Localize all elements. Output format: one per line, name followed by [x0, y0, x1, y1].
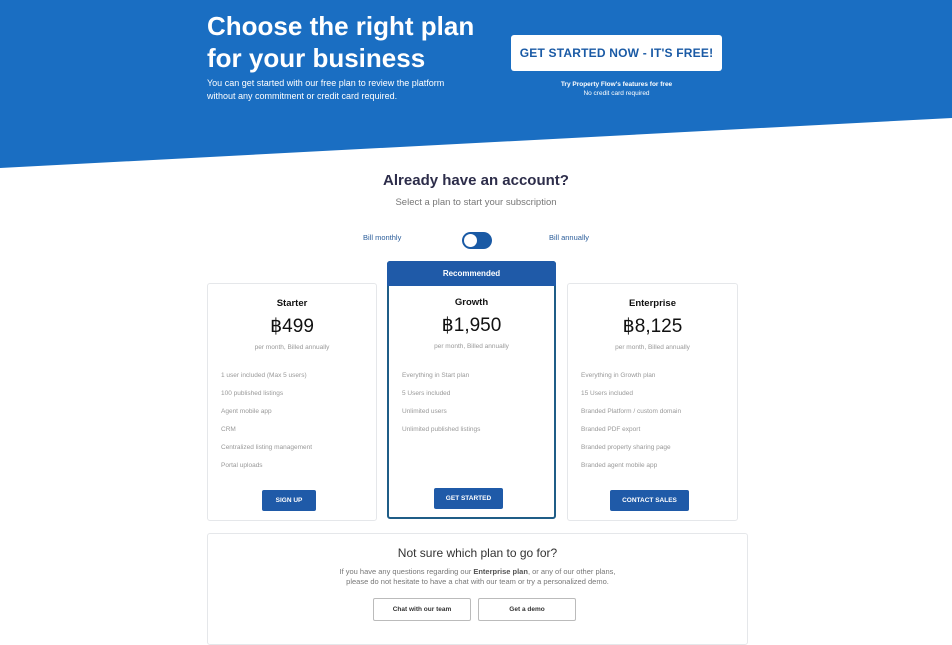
feature-item: Centralized listing management [221, 444, 313, 451]
feature-item: CRM [221, 426, 236, 433]
help-text-line-2: please do not hesitate to have a chat wi… [346, 577, 609, 586]
account-subtitle: Select a plan to start your subscription [395, 197, 557, 208]
plan-period: per month, Billed annually [254, 344, 330, 351]
help-section: Not sure which plan to go for? If you ha… [207, 533, 748, 645]
hero-note-line-2: No credit card required [583, 90, 650, 97]
feature-item: Agent mobile app [221, 408, 272, 415]
get-started-button[interactable]: GET STARTED [434, 488, 503, 509]
recommended-badge: Recommended [387, 261, 556, 286]
bill-annually-label[interactable]: Bill annually [549, 233, 589, 242]
plan-card-starter: Starter ฿499 per month, Billed annually … [207, 283, 377, 521]
help-text-bold: Enterprise plan [473, 567, 528, 576]
feature-item: Portal uploads [221, 462, 263, 469]
hero-note-line-1: Try Property Flow's features for free [560, 81, 673, 88]
plan-name: Starter [276, 298, 308, 309]
get-demo-button[interactable]: Get a demo [478, 598, 576, 621]
feature-list: Everything in Start plan 5 Users include… [402, 367, 480, 439]
feature-item: Unlimited published listings [402, 426, 481, 433]
help-text-after: , or any of our other plans, [527, 567, 616, 576]
contact-sales-button[interactable]: CONTACT SALES [610, 490, 689, 511]
get-started-free-button[interactable]: GET STARTED NOW - IT'S FREE! [511, 35, 722, 71]
billing-toggle-knob [464, 234, 477, 247]
feature-item: 5 Users included [402, 390, 451, 397]
hero-subtitle: You can get started with our free plan t… [207, 78, 445, 101]
plan-card-enterprise: Enterprise ฿8,125 per month, Billed annu… [567, 283, 738, 521]
feature-item: 100 published listings [221, 390, 284, 397]
hero-note: Try Property Flow's features for free No… [511, 80, 722, 98]
plan-period: per month, Billed annually [434, 343, 509, 350]
feature-item: Unlimited users [402, 408, 447, 415]
chat-with-team-button[interactable]: Chat with our team [373, 598, 471, 621]
plan-name: Growth [454, 297, 489, 308]
feature-list: 1 user included (Max 5 users) 100 publis… [221, 367, 312, 475]
plan-price: ฿499 [270, 316, 314, 337]
feature-item: Everything in Start plan [402, 372, 470, 379]
account-title: Already have an account? [383, 172, 569, 189]
hero-title: Choose the right plan for your business [207, 10, 507, 74]
feature-item: 15 Users included [581, 390, 634, 397]
help-title: Not sure which plan to go for? [397, 546, 558, 560]
feature-item: 1 user included (Max 5 users) [221, 372, 307, 379]
plan-price: ฿8,125 [622, 316, 683, 337]
feature-item: Branded PDF export [581, 426, 641, 433]
feature-item: Everything in Growth plan [581, 372, 656, 379]
bill-monthly-label[interactable]: Bill monthly [363, 233, 401, 242]
feature-list: Everything in Growth plan 15 Users inclu… [581, 367, 681, 475]
feature-item: Branded agent mobile app [581, 462, 658, 469]
help-text: If you have any questions regarding our … [208, 567, 747, 587]
hero-title-line-2: for your business [207, 43, 426, 73]
plan-name: Enterprise [629, 298, 676, 309]
feature-item: Branded Platform / custom domain [581, 408, 682, 415]
feature-item: Branded property sharing page [581, 444, 671, 451]
plan-price: ฿1,950 [441, 315, 502, 336]
plan-card-growth: Growth ฿1,950 per month, Billed annually… [387, 261, 556, 519]
plan-period: per month, Billed annually [615, 344, 690, 351]
sign-up-button[interactable]: SIGN UP [262, 490, 316, 511]
help-text-before: If you have any questions regarding our [339, 567, 474, 576]
billing-toggle[interactable] [462, 232, 492, 249]
hero-title-line-1: Choose the right plan [207, 11, 475, 41]
